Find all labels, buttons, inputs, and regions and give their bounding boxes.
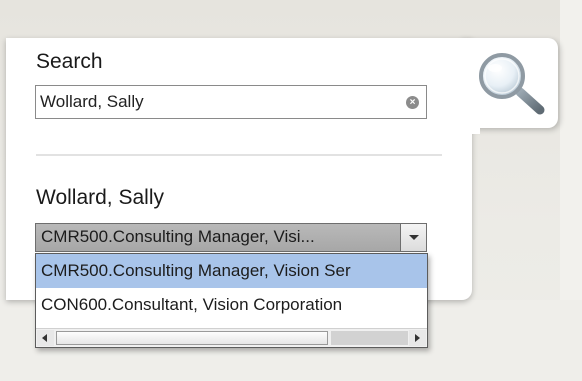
dropdown-option[interactable]: CMR500.Consulting Manager, Vision Ser xyxy=(36,254,427,288)
section-divider xyxy=(36,154,442,156)
search-field[interactable]: × xyxy=(35,85,427,119)
result-name-heading: Wollard, Sally xyxy=(36,186,164,209)
scrollbar-thumb[interactable] xyxy=(56,331,328,345)
search-label: Search xyxy=(36,50,103,73)
scroll-left-arrow-icon[interactable] xyxy=(37,330,54,346)
magnifier-icon[interactable] xyxy=(474,52,550,118)
scroll-right-arrow-icon[interactable] xyxy=(409,330,426,346)
chevron-down-icon[interactable] xyxy=(400,224,426,251)
scrollbar-track[interactable] xyxy=(331,331,408,345)
role-select[interactable]: CMR500.Consulting Manager, Visi... xyxy=(35,223,427,252)
dropdown-option[interactable]: CON600.Consultant, Vision Corporation xyxy=(36,288,427,322)
clear-circle-icon[interactable]: × xyxy=(406,96,419,109)
search-input[interactable] xyxy=(36,86,400,118)
role-dropdown-list: CMR500.Consulting Manager, Vision Ser CO… xyxy=(35,253,428,348)
horizontal-scrollbar[interactable] xyxy=(36,328,427,347)
role-select-value: CMR500.Consulting Manager, Visi... xyxy=(41,227,315,246)
